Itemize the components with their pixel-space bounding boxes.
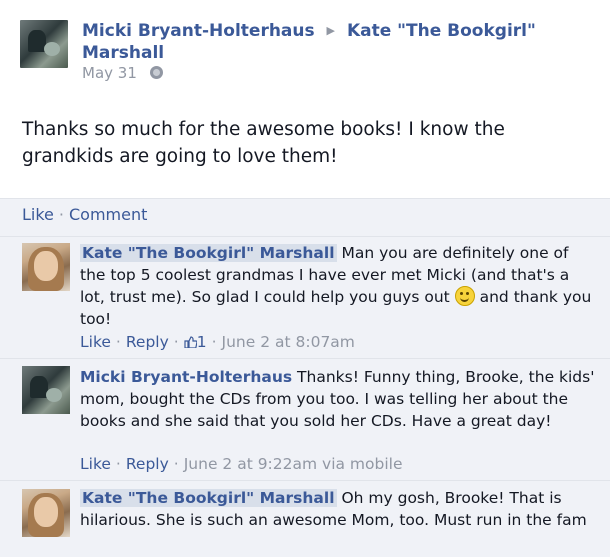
separator-dot: · xyxy=(173,333,179,351)
thumbs-up-icon xyxy=(184,336,197,348)
comment-like-button[interactable]: Like xyxy=(80,333,111,351)
separator-dot: · xyxy=(173,455,179,473)
comment-reply-button[interactable]: Reply xyxy=(126,333,169,351)
comment-text: Kate "The Bookgirl" Marshall Oh my gosh,… xyxy=(80,487,595,531)
author-avatar[interactable] xyxy=(20,20,68,68)
commenter-avatar[interactable] xyxy=(22,243,70,291)
comment-text: Kate "The Bookgirl" Marshall Man you are… xyxy=(80,242,595,330)
post-actions-bar: Like · Comment xyxy=(0,198,610,237)
post-body: Thanks so much for the awesome books! I … xyxy=(22,119,505,167)
commenter-avatar[interactable] xyxy=(22,366,70,414)
avatar-shape xyxy=(44,42,60,56)
globe-icon xyxy=(149,66,163,79)
comment-meta: Like · Reply · June 2 at 9:22am via mobile xyxy=(80,455,403,473)
comment-author-link[interactable]: Micki Bryant-Holterhaus xyxy=(80,368,292,386)
comment-author-link[interactable]: Kate "The Bookgirl" Marshall xyxy=(80,244,337,262)
smiley-emoticon xyxy=(454,286,475,306)
comment-timestamp[interactable]: June 2 at 9:22am via mobile xyxy=(184,455,403,473)
comment-item: Micki Bryant-Holterhaus Thanks! Funny th… xyxy=(0,358,610,481)
comment-timestamp[interactable]: June 2 at 8:07am xyxy=(222,333,355,351)
separator-dot: · xyxy=(211,333,217,351)
comment-item: Kate "The Bookgirl" Marshall Oh my gosh,… xyxy=(0,480,610,557)
post-names: Micki Bryant-Holterhaus ▶ Kate "The Book… xyxy=(82,20,602,64)
post-date-link[interactable]: May 31 xyxy=(82,64,137,82)
comment-item: Kate "The Bookgirl" Marshall Man you are… xyxy=(0,236,610,359)
comment-author-link[interactable]: Kate "The Bookgirl" Marshall xyxy=(80,489,337,507)
triangle-right-icon: ▶ xyxy=(326,24,336,37)
avatar-shape xyxy=(34,251,58,281)
comment-likes-count[interactable]: 1 xyxy=(184,333,207,351)
comment-like-button[interactable]: Like xyxy=(80,455,111,473)
commenter-avatar[interactable] xyxy=(22,489,70,537)
comment-reply-button[interactable]: Reply xyxy=(126,455,169,473)
separator-dot: · xyxy=(115,455,121,473)
comment-button[interactable]: Comment xyxy=(69,205,147,224)
like-button[interactable]: Like xyxy=(22,205,54,224)
separator-dot: · xyxy=(115,333,121,351)
comment-text: Micki Bryant-Holterhaus Thanks! Funny th… xyxy=(80,366,595,432)
avatar-shape xyxy=(34,497,58,527)
avatar-shape xyxy=(46,388,62,402)
post-author-link[interactable]: Micki Bryant-Holterhaus xyxy=(82,21,315,41)
separator-dot: · xyxy=(58,205,64,224)
likes-count-value: 1 xyxy=(196,333,207,351)
post-timestamp: May 31 xyxy=(82,64,163,82)
comment-meta: Like · Reply · 1 · June 2 at 8:07am xyxy=(80,333,355,351)
post-header: Micki Bryant-Holterhaus ▶ Kate "The Book… xyxy=(0,0,610,100)
